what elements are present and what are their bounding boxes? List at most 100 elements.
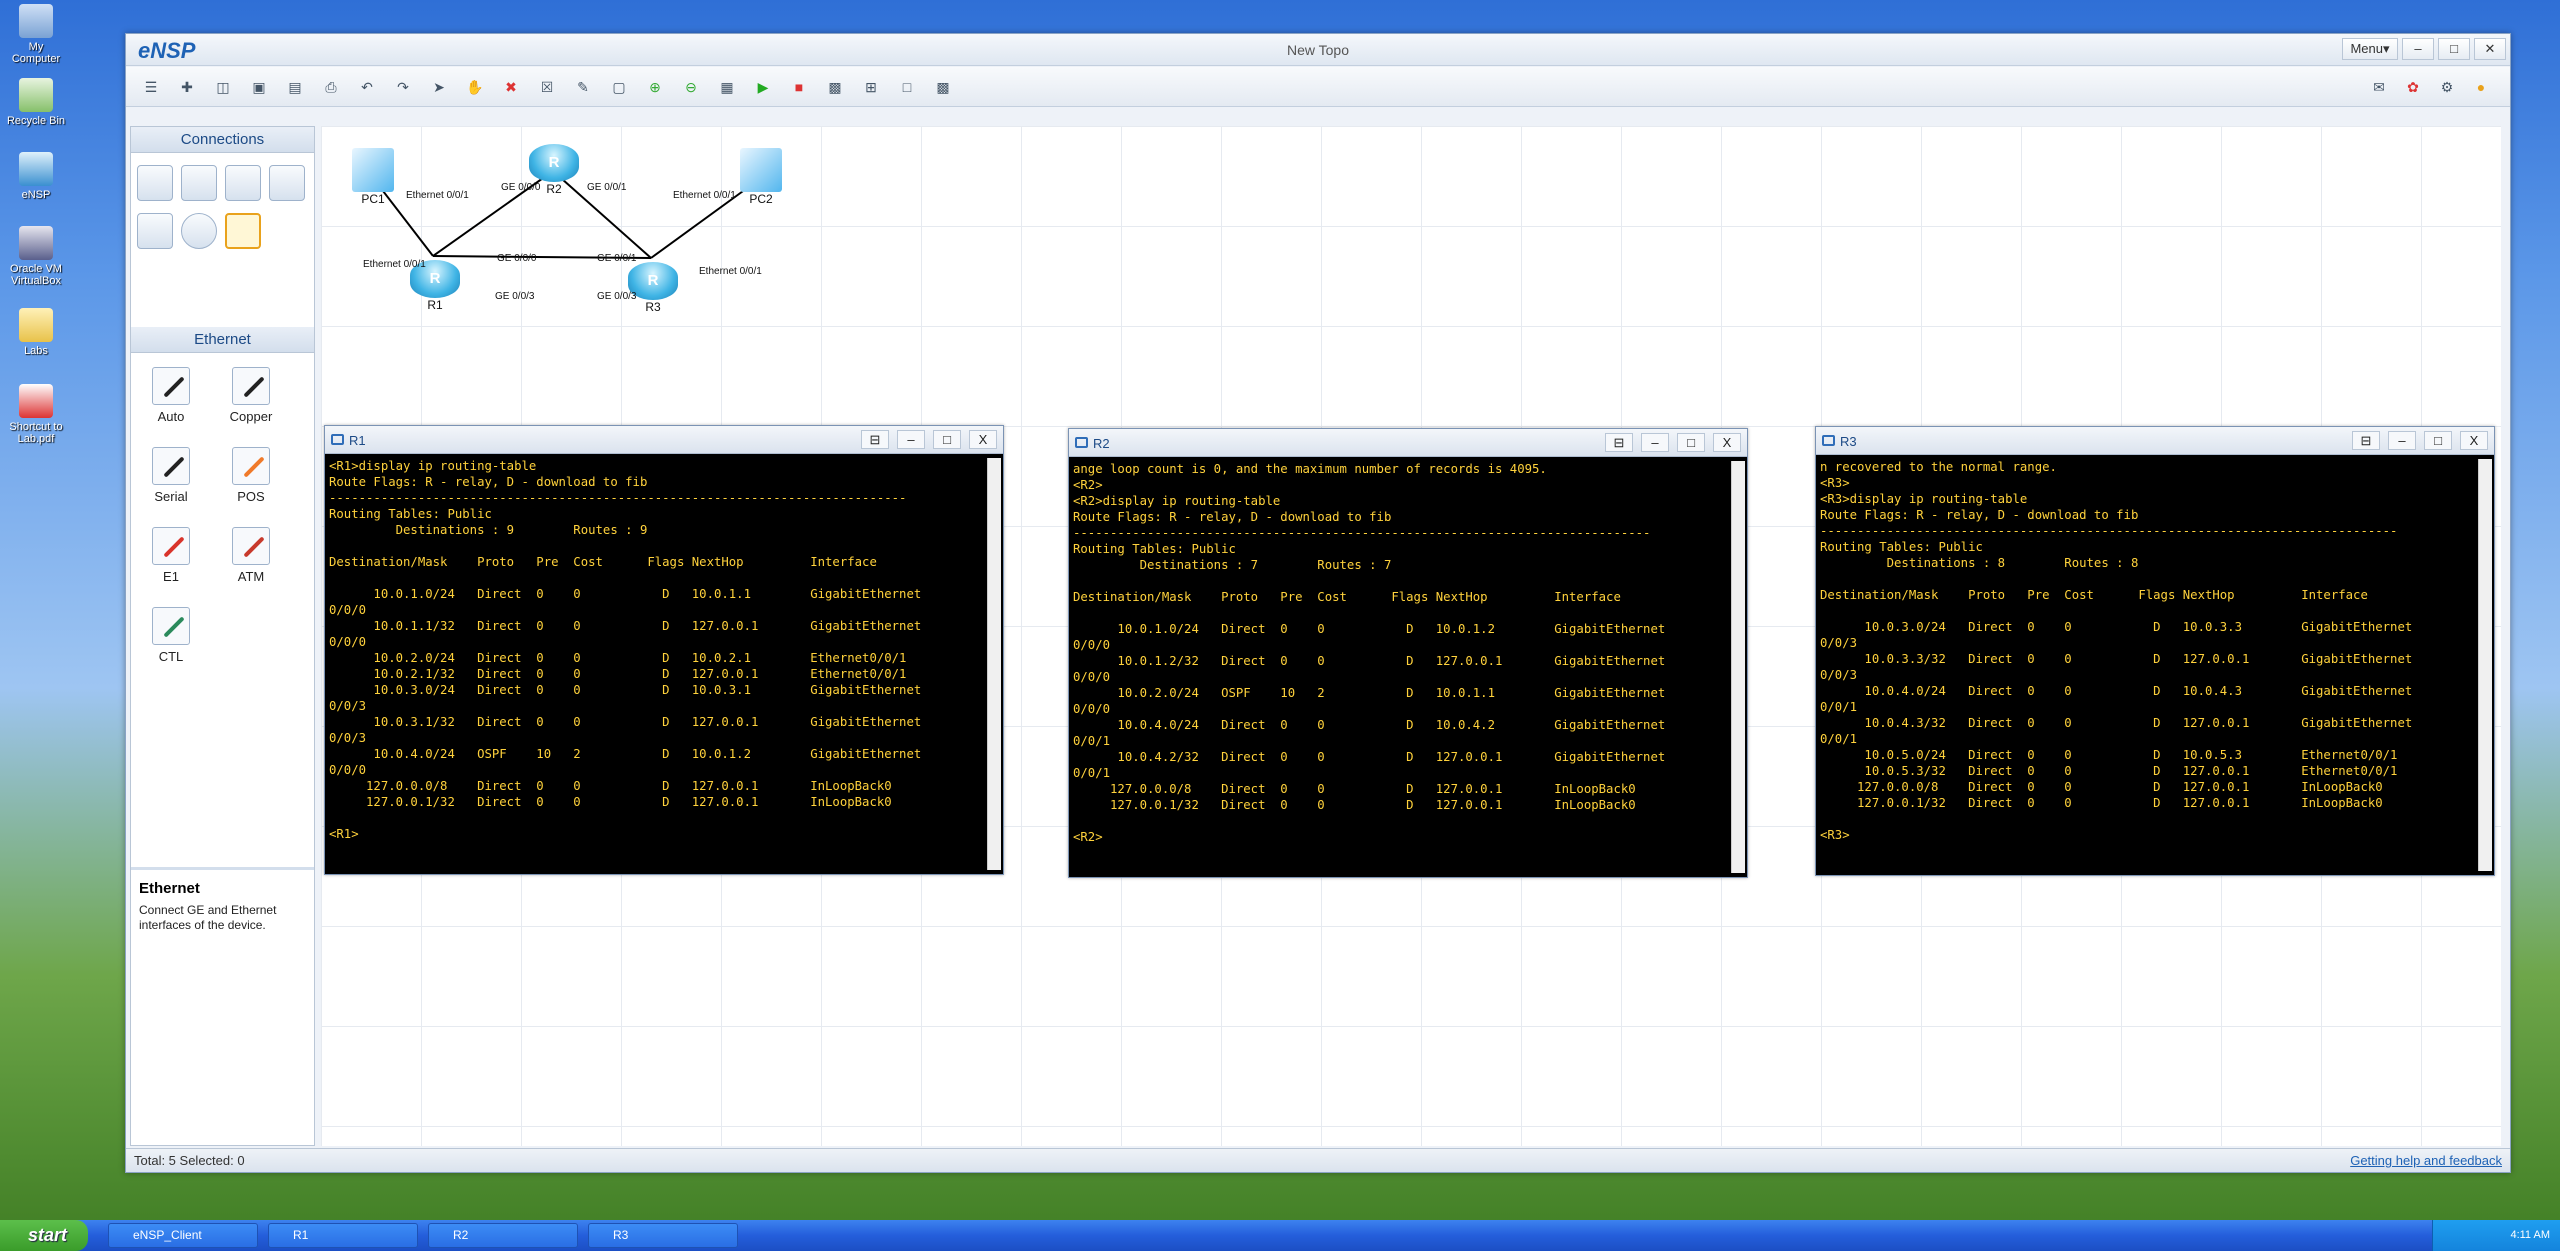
close-button[interactable]: ✕ (2474, 38, 2506, 60)
close-button[interactable]: X (969, 430, 997, 449)
save-as-icon[interactable]: ▤ (284, 76, 306, 98)
terminal-icon (1075, 437, 1088, 448)
minimize-button[interactable]: – (1641, 433, 1669, 452)
switch-category-icon[interactable] (181, 165, 217, 201)
text-icon[interactable]: ✎ (572, 76, 594, 98)
scrollbar[interactable] (1731, 461, 1745, 873)
desktop-icon-recycle-bin[interactable]: Recycle Bin (4, 78, 68, 127)
device-pc2[interactable]: PC2 (731, 148, 791, 206)
grid-icon[interactable]: □ (896, 76, 918, 98)
taskbar: start eNSP_Client R1 R2 R3 4:11 AM (0, 1220, 2560, 1251)
fit-icon[interactable]: ▦ (716, 76, 738, 98)
new-file-icon[interactable]: ✚ (176, 76, 198, 98)
print-icon[interactable]: ⎙ (320, 76, 342, 98)
delete-link-icon[interactable]: ☒ (536, 76, 558, 98)
save-icon[interactable]: ▣ (248, 76, 270, 98)
restore-button[interactable]: ⊟ (861, 430, 889, 449)
device-pc1[interactable]: PC1 (343, 148, 403, 206)
minimize-button[interactable]: – (2402, 38, 2434, 60)
chat-icon[interactable]: ✉ (2368, 76, 2390, 98)
cable-e1[interactable]: E1 (136, 527, 206, 584)
desktop-icon-virtualbox[interactable]: Oracle VM VirtualBox (4, 226, 68, 287)
device-r3[interactable]: R R3 (625, 262, 681, 314)
desktop-icon-label: Shortcut to Lab.pdf (9, 421, 63, 445)
info-text: Connect GE and Ethernet interfaces of th… (139, 903, 277, 932)
restore-button[interactable]: ⊟ (1605, 433, 1633, 452)
new-topology-icon[interactable]: ☰ (140, 76, 162, 98)
hand-icon[interactable]: ✋ (464, 76, 486, 98)
firewall-category-icon[interactable] (269, 165, 305, 201)
cable-pos[interactable]: POS (216, 447, 286, 504)
connections-category-icon[interactable] (225, 213, 261, 249)
terminal-icon[interactable]: ▩ (932, 76, 954, 98)
desktop-icon-ensp[interactable]: eNSP (4, 152, 68, 201)
zoom-out-icon[interactable]: ⊖ (680, 76, 702, 98)
delete-icon[interactable]: ✖ (500, 76, 522, 98)
router-category-icon[interactable] (137, 165, 173, 201)
open-icon[interactable]: ◫ (212, 76, 234, 98)
wireless-category-icon[interactable] (225, 165, 261, 201)
interface-label: Ethernet 0/0/1 (673, 190, 736, 201)
undo-icon[interactable]: ↶ (356, 76, 378, 98)
settings-icon[interactable]: ⚙ (2436, 76, 2458, 98)
cable-ctl[interactable]: CTL (136, 607, 206, 664)
scrollbar[interactable] (987, 458, 1001, 870)
desktop-icon-my-computer[interactable]: My Computer (4, 4, 68, 65)
info-title: Ethernet (139, 880, 200, 897)
cable-auto[interactable]: Auto (136, 367, 206, 424)
restore-button[interactable]: ⊟ (2352, 431, 2380, 450)
cable-atm[interactable]: ATM (216, 527, 286, 584)
cable-serial-icon (152, 447, 190, 485)
maximize-button[interactable]: □ (1677, 433, 1705, 452)
task-r2[interactable]: R2 (428, 1223, 578, 1248)
interface-label: GE 0/0/1 (587, 182, 627, 193)
task-r1[interactable]: R1 (268, 1223, 418, 1248)
cable-auto-icon (152, 367, 190, 405)
topology-icon[interactable]: ⊞ (860, 76, 882, 98)
scrollbar[interactable] (2478, 459, 2492, 871)
pointer-icon[interactable]: ➤ (428, 76, 450, 98)
palette-icon[interactable]: ▢ (608, 76, 630, 98)
connections-header: Connections (131, 127, 314, 153)
start-button[interactable]: start (0, 1220, 88, 1251)
device-label: R3 (645, 300, 661, 314)
maximize-button[interactable]: □ (2438, 38, 2470, 60)
capture-icon[interactable]: ▩ (824, 76, 846, 98)
recycle-bin-icon (19, 78, 53, 112)
huawei-icon[interactable]: ✿ (2402, 76, 2424, 98)
maximize-button[interactable]: □ (933, 430, 961, 449)
help-icon[interactable]: ● (2470, 76, 2492, 98)
close-button[interactable]: X (1713, 433, 1741, 452)
topology-canvas[interactable]: PC1 R R2 PC2 R R1 R R3 Ethernet 0/0/1 Ether… (321, 126, 2501, 1146)
task-r3[interactable]: R3 (588, 1223, 738, 1248)
terminal-output[interactable]: <R1>display ip routing-table Route Flags… (329, 458, 921, 842)
task-ensp-client[interactable]: eNSP_Client (108, 1223, 258, 1248)
minimize-button[interactable]: – (2388, 431, 2416, 450)
close-button[interactable]: X (2460, 431, 2488, 450)
ensp-icon (19, 152, 53, 186)
redo-icon[interactable]: ↷ (392, 76, 414, 98)
help-feedback-link[interactable]: Getting help and feedback (2350, 1149, 2502, 1172)
menu-button[interactable]: Menu▾ (2342, 38, 2398, 60)
terminal-titlebar: R2 ⊟ – □ X (1069, 429, 1747, 457)
terminal-output[interactable]: ange loop count is 0, and the maximum nu… (1073, 461, 1665, 845)
endpoint-category-icon[interactable] (137, 213, 173, 249)
cable-copper[interactable]: Copper (216, 367, 286, 424)
terminal-output[interactable]: n recovered to the normal range. <R3> <R… (1820, 459, 2412, 843)
terminal-r3[interactable]: R3 ⊟ – □ X n recovered to the normal ran… (1815, 426, 2495, 876)
zoom-in-icon[interactable]: ⊕ (644, 76, 666, 98)
cable-serial[interactable]: Serial (136, 447, 206, 504)
minimize-button[interactable]: – (897, 430, 925, 449)
cloud-category-icon[interactable] (181, 213, 217, 249)
maximize-button[interactable]: □ (2424, 431, 2452, 450)
interface-label: GE 0/0/1 (597, 253, 637, 264)
cable-label: E1 (163, 569, 179, 584)
device-label: R1 (427, 298, 443, 312)
desktop-icon-pdf-shortcut[interactable]: Shortcut to Lab.pdf (4, 384, 68, 445)
terminal-r2[interactable]: R2 ⊟ – □ X ange loop count is 0, and the… (1068, 428, 1748, 878)
terminal-title: R3 (1840, 434, 1857, 449)
stop-device-icon[interactable]: ■ (788, 76, 810, 98)
start-device-icon[interactable]: ▶ (752, 76, 774, 98)
terminal-r1[interactable]: R1 ⊟ – □ X <R1>display ip routing-table … (324, 425, 1004, 875)
desktop-icon-labs[interactable]: Labs (4, 308, 68, 357)
